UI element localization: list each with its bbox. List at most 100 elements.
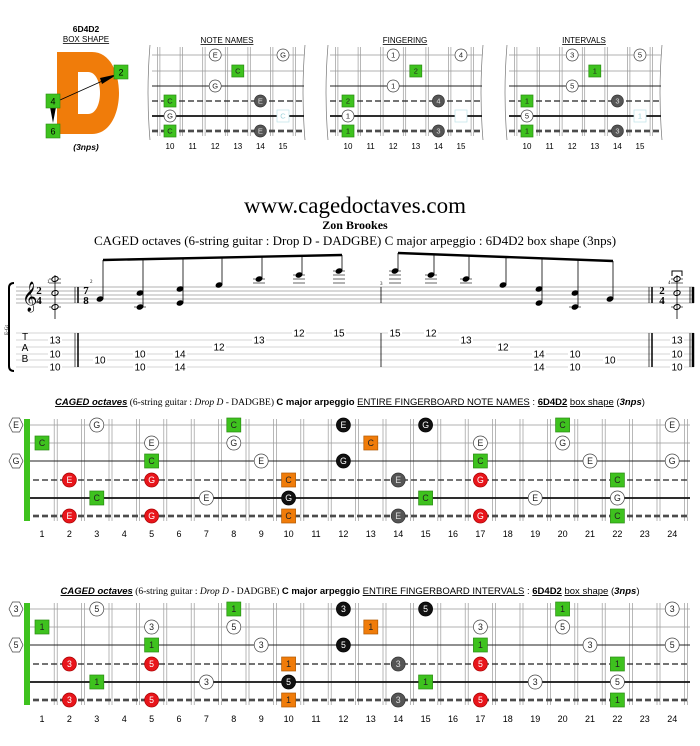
note-label: G bbox=[167, 112, 173, 121]
fret-number: 20 bbox=[558, 714, 568, 724]
fret-number: 21 bbox=[585, 529, 595, 539]
fret-number: 19 bbox=[530, 714, 540, 724]
fret-number: 12 bbox=[568, 142, 577, 151]
note-event: 12 bbox=[292, 255, 306, 340]
fret-number: 18 bbox=[503, 529, 513, 539]
tab-fret-number: 12 bbox=[425, 329, 437, 340]
nut bbox=[24, 419, 30, 521]
fret-number: 11 bbox=[311, 529, 320, 539]
fret-number: 22 bbox=[612, 714, 622, 724]
note-label: E bbox=[258, 456, 264, 466]
note-label: E bbox=[203, 493, 209, 503]
fret-number: 16 bbox=[448, 714, 458, 724]
note-label: C bbox=[39, 438, 45, 448]
note-label: 3 bbox=[615, 127, 619, 136]
tab-fret-number: 13 bbox=[460, 336, 472, 347]
title-part: (6-string guitar : bbox=[133, 586, 200, 597]
title-part: - DADGBE) bbox=[229, 586, 282, 597]
fret-number: 22 bbox=[612, 529, 622, 539]
note-label: C bbox=[235, 67, 241, 76]
author: Zon Brookes bbox=[322, 218, 388, 232]
fret-number: 19 bbox=[530, 529, 540, 539]
note-label: 3 bbox=[478, 622, 483, 632]
box-shape-logo: 6D4D2 BOX SHAPE 2 4 6 (3nps) bbox=[45, 24, 129, 152]
diagram-title: FINGERING bbox=[383, 36, 427, 45]
fret-number: 10 bbox=[284, 714, 294, 724]
title-part: 6D4D2 bbox=[532, 586, 562, 597]
note-label: 1 bbox=[615, 695, 620, 705]
fret-number: 5 bbox=[149, 714, 154, 724]
note-label: 1 bbox=[286, 659, 291, 669]
fret-number: 11 bbox=[366, 142, 375, 151]
fret-number: 13 bbox=[411, 142, 420, 151]
note-event: 10 bbox=[93, 260, 107, 367]
nut bbox=[24, 603, 30, 705]
title-part: ENTIRE FINGERBOARD INTERVALS bbox=[363, 586, 525, 597]
fret-number: 4 bbox=[122, 529, 127, 539]
fret-number: 11 bbox=[545, 142, 554, 151]
measure-number: 2 bbox=[90, 280, 93, 285]
title-part: box shape bbox=[570, 397, 614, 408]
note-label: C bbox=[559, 420, 565, 430]
fret-number: 14 bbox=[393, 714, 403, 724]
fret-number: 9 bbox=[259, 714, 264, 724]
tab-fret-number: 13 bbox=[671, 336, 683, 347]
diagram-title: NOTE NAMES bbox=[201, 36, 254, 45]
instrument-name: E-Gt bbox=[5, 325, 10, 335]
fret-number: 3 bbox=[94, 714, 99, 724]
note-label: 1 bbox=[346, 112, 350, 121]
logo-letter-d bbox=[57, 52, 119, 134]
fretboard-edge bbox=[325, 44, 329, 141]
note-label: 4 bbox=[459, 51, 463, 60]
note-label: G bbox=[13, 456, 20, 466]
fret-number: 12 bbox=[389, 142, 398, 151]
note-label: 3 bbox=[588, 640, 593, 650]
beam bbox=[397, 251, 614, 263]
title-part: 3nps bbox=[614, 586, 636, 597]
note-label: G bbox=[93, 420, 100, 430]
fret-number: 18 bbox=[503, 714, 513, 724]
tab-clef-letter: A bbox=[22, 343, 29, 354]
note-label: 1 bbox=[525, 97, 529, 106]
fret-number: 15 bbox=[457, 142, 466, 151]
note-label: E bbox=[13, 420, 19, 430]
note-event: 15 bbox=[388, 253, 402, 340]
fret-number: 12 bbox=[211, 142, 220, 151]
fret-number: 1 bbox=[39, 714, 44, 724]
note-label: 1 bbox=[286, 695, 291, 705]
note-label: G bbox=[669, 456, 676, 466]
tab-fret-number: 10 bbox=[604, 356, 616, 367]
note-label: 5 bbox=[286, 677, 291, 687]
fret-number: 13 bbox=[366, 714, 376, 724]
time-signature-bottom: 4 bbox=[659, 295, 665, 307]
note-label: 1 bbox=[231, 604, 236, 614]
note-label: G bbox=[148, 511, 155, 521]
note-label: 5 bbox=[423, 604, 428, 614]
tab-fret-number: 12 bbox=[213, 343, 225, 354]
note-event: 15 bbox=[332, 255, 346, 340]
note-label: 3 bbox=[670, 604, 675, 614]
time-signature-bottom: 4 bbox=[36, 295, 42, 307]
title-part: Drop D bbox=[199, 587, 229, 597]
tab-fret-number: 14 bbox=[174, 363, 186, 374]
fret-number: 13 bbox=[233, 142, 242, 151]
logo-arrowhead bbox=[50, 107, 56, 123]
fret-number: 17 bbox=[475, 714, 485, 724]
note-label: 5 bbox=[560, 622, 565, 632]
string-marker-label: 2 bbox=[118, 68, 123, 78]
fret-number: 10 bbox=[344, 142, 353, 151]
note-label: 5 bbox=[615, 677, 620, 687]
treble-clef-icon: 𝄞 bbox=[22, 281, 37, 313]
fingerboard-intervals: CAGED octaves (6-string guitar : Drop D … bbox=[8, 586, 690, 724]
note-label: 1 bbox=[391, 82, 395, 91]
note-label: C bbox=[94, 493, 100, 503]
tab-fret-number: 10 bbox=[569, 363, 581, 374]
tab-fret-number: 10 bbox=[134, 363, 146, 374]
fret-number: 15 bbox=[279, 142, 288, 151]
site-title[interactable]: www.cagedoctaves.com bbox=[244, 193, 466, 218]
fret-number: 14 bbox=[256, 142, 265, 151]
note-label: E bbox=[395, 511, 401, 521]
box-id: 6D4D2 bbox=[73, 24, 100, 34]
note-label: 1 bbox=[368, 622, 373, 632]
note-label: 1 bbox=[149, 640, 154, 650]
